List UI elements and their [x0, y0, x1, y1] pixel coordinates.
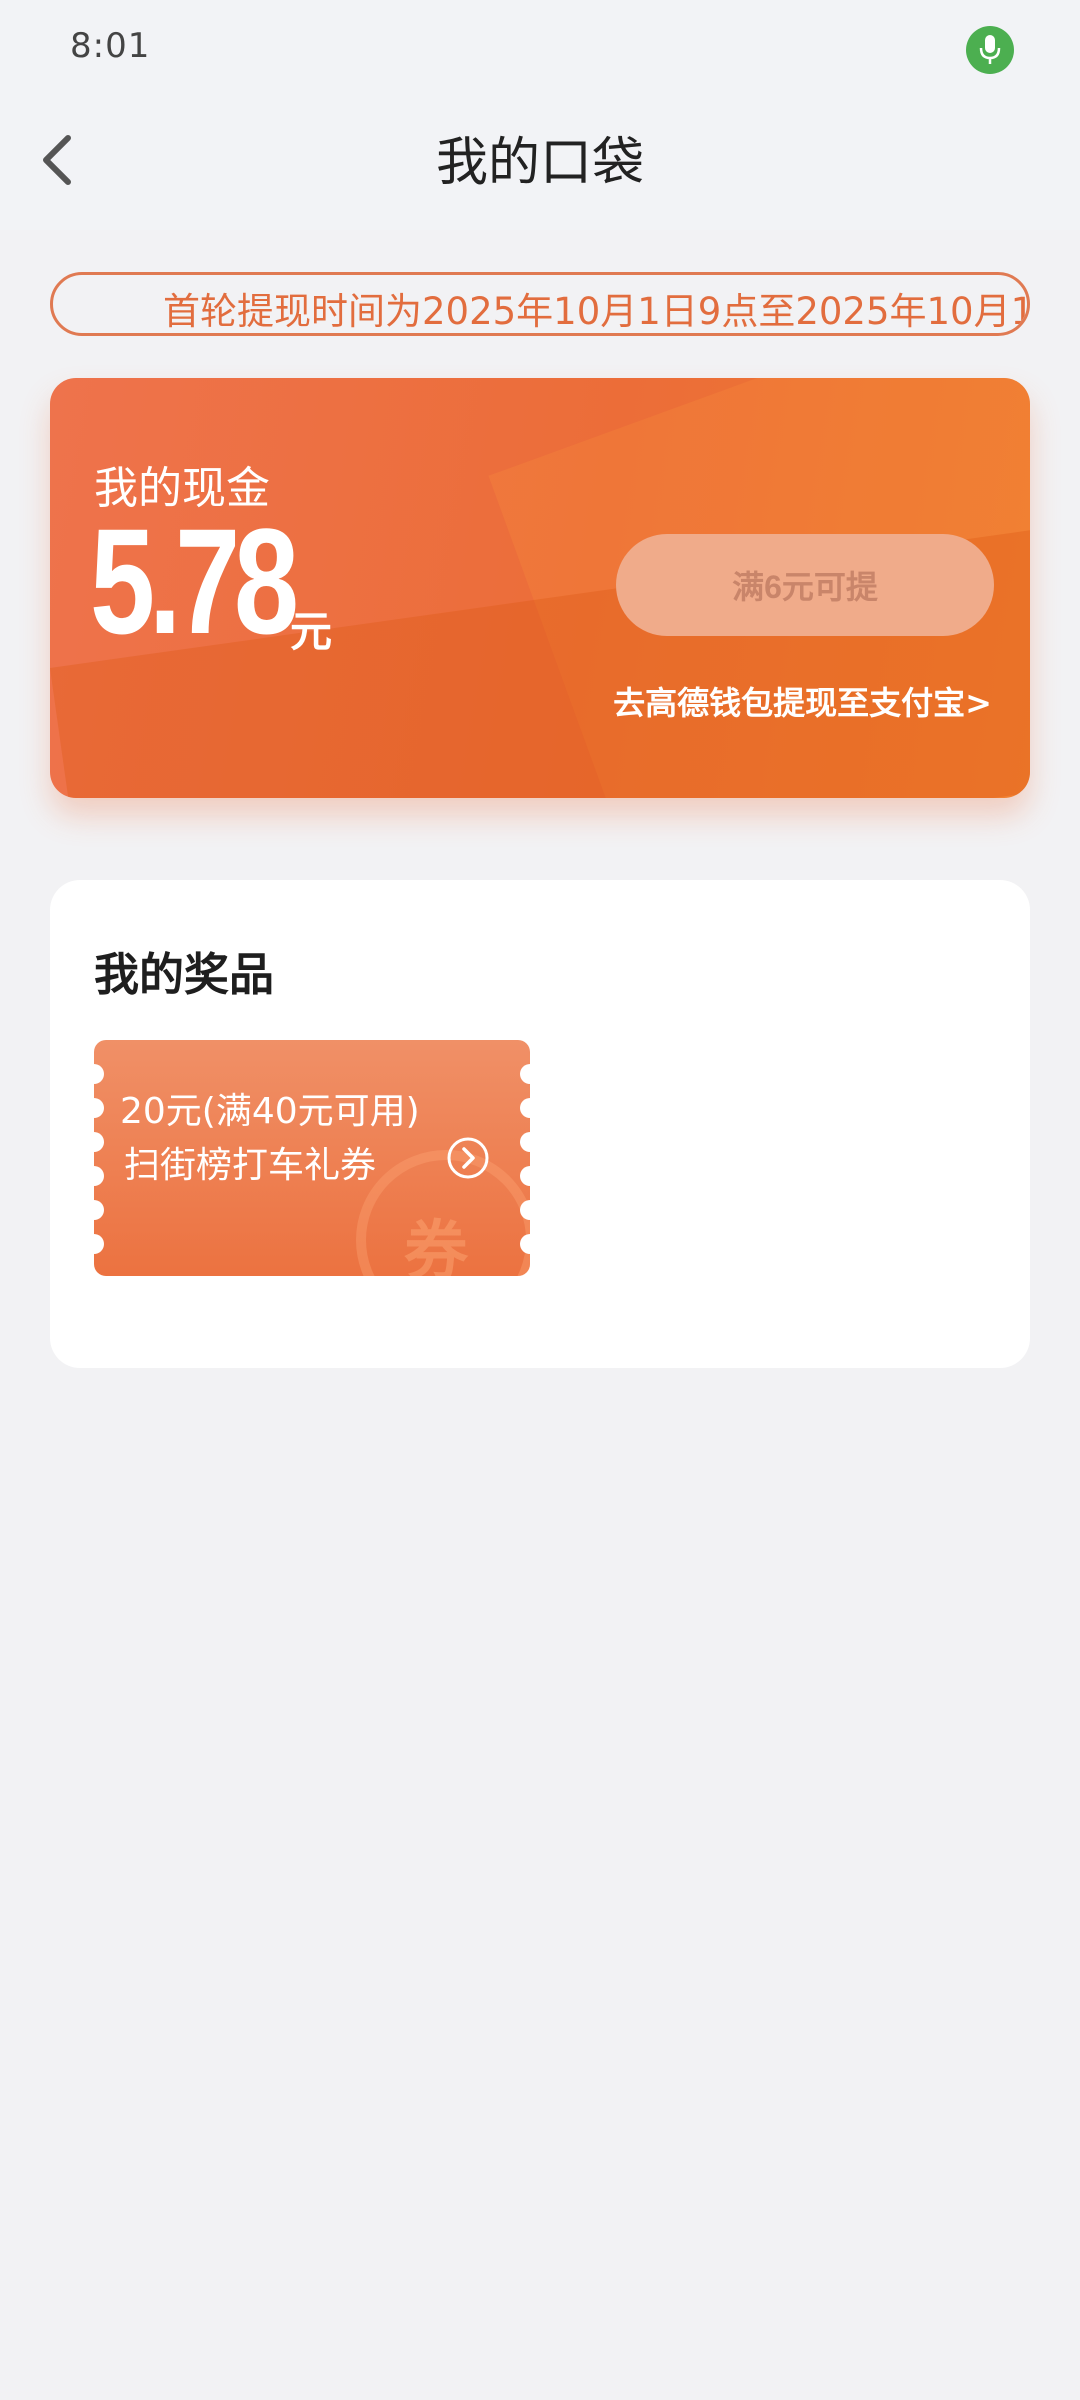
- cash-card: 我的现金 5.78 元 满6元可提 去高德钱包提现至支付宝>: [50, 378, 1030, 798]
- coupon-card[interactable]: 券 20元(满40元可用) 扫街榜打车礼券: [94, 1040, 530, 1276]
- mic-icon[interactable]: [966, 26, 1014, 74]
- prize-title: 我的奖品: [94, 948, 275, 1001]
- wallet-withdraw-link[interactable]: 去高德钱包提现至支付宝>: [613, 678, 992, 724]
- withdraw-button[interactable]: 满6元可提: [616, 534, 994, 636]
- notice-text: 首轮提现时间为2025年10月1日9点至2025年10月1日: [163, 290, 1030, 333]
- coupon-name: 扫街榜打车礼券: [124, 1145, 377, 1186]
- notice-banner[interactable]: 首轮提现时间为2025年10月1日9点至2025年10月1日: [50, 272, 1030, 336]
- coupon-stamp-text: 券: [404, 1215, 468, 1276]
- nav-bar: 我的口袋: [0, 100, 1080, 230]
- page-title: 我的口袋: [435, 133, 644, 193]
- status-bar: 8:01: [0, 0, 1080, 100]
- prize-card: 我的奖品 券 20元(满40元可用) 扫街榜打车礼券: [50, 880, 1030, 1368]
- cash-unit: 元: [290, 607, 333, 656]
- cash-amount: 5.78: [90, 497, 299, 665]
- coupon-amount: 20元(满40元可用): [120, 1091, 420, 1132]
- status-time: 8:01: [70, 26, 151, 66]
- circle-chevron-right-icon[interactable]: [446, 1136, 490, 1180]
